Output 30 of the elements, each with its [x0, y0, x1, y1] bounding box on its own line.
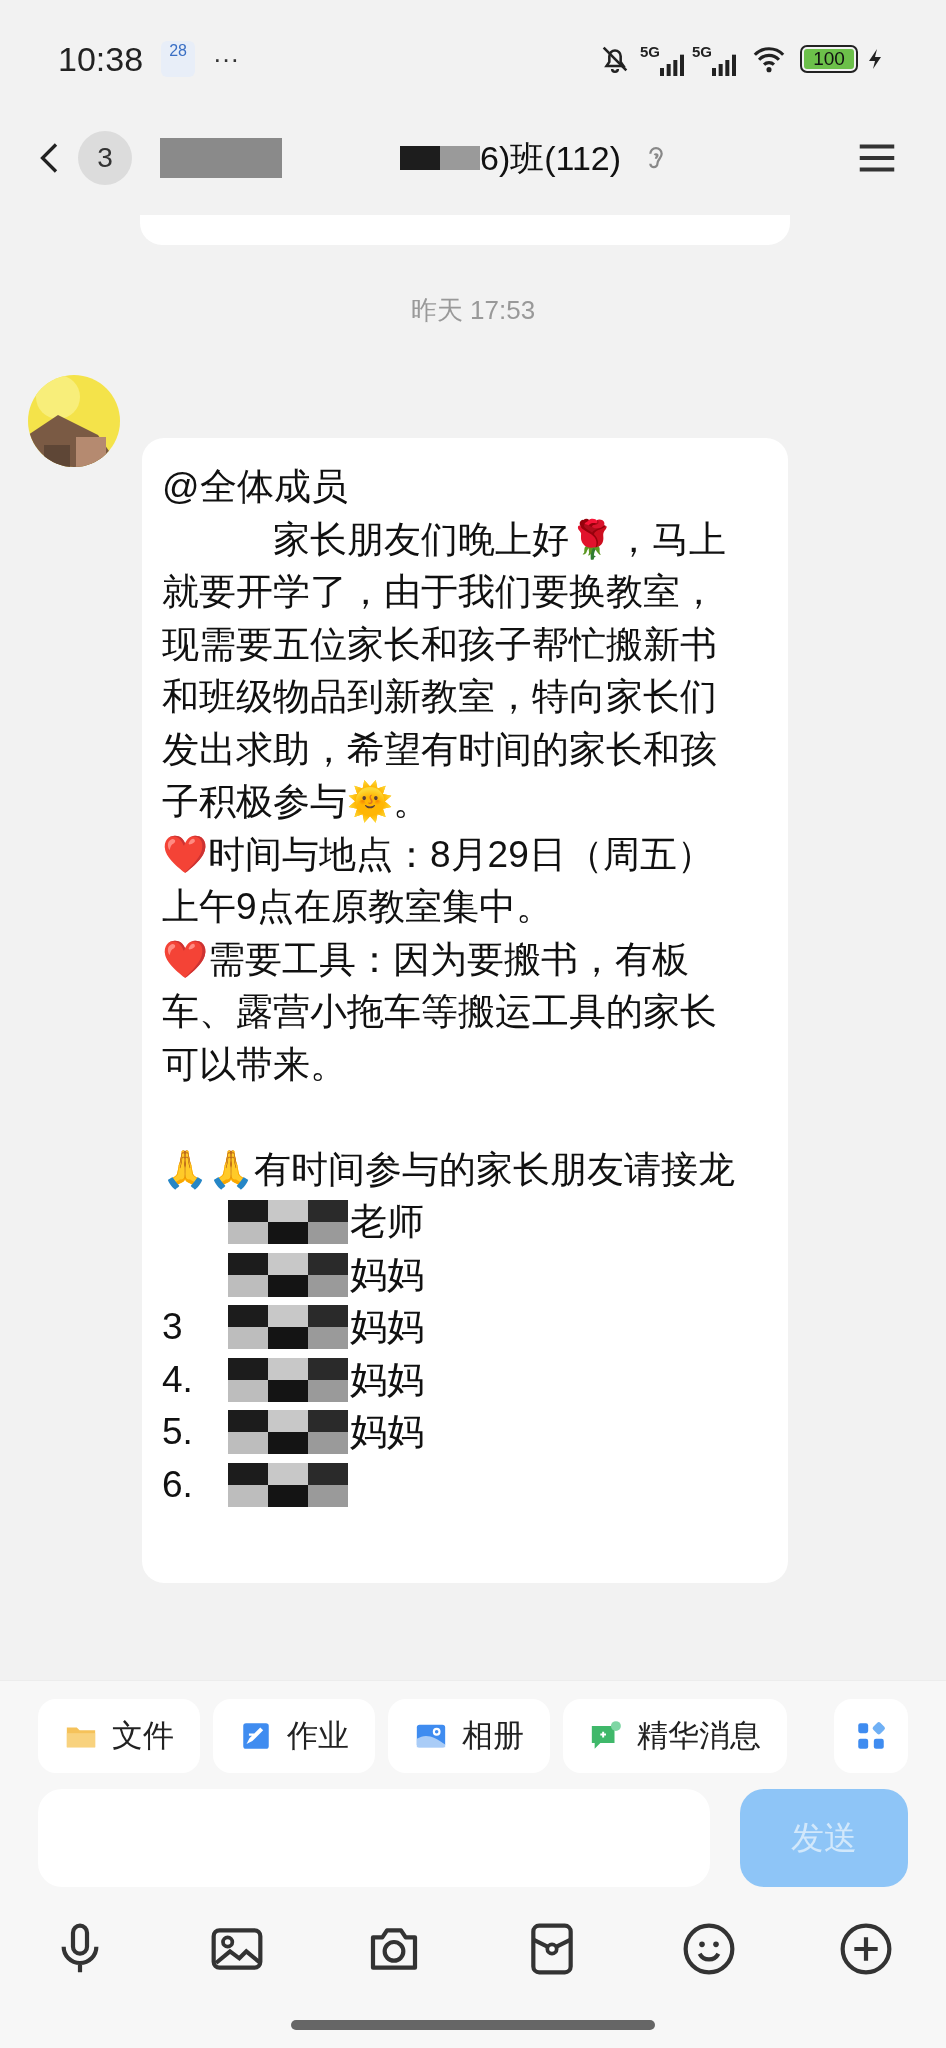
message-text: ❤时间与地点：8月29日（周五）上午9点在原教室集中。: [162, 832, 715, 929]
signup-name: 妈妈: [350, 1410, 424, 1454]
network-type: 5G: [692, 44, 712, 59]
shortcut-button[interactable]: 相册: [388, 1699, 550, 1773]
unread-count-badge[interactable]: 3: [78, 131, 132, 185]
message-text: @全体成员: [162, 465, 349, 509]
list-number: 6.: [162, 1462, 194, 1507]
list-number: 3: [162, 1305, 184, 1349]
clock-time: 10:38: [58, 38, 144, 80]
signup-name: 妈妈: [350, 1357, 424, 1402]
list-number: 5.: [162, 1410, 194, 1454]
signal-icon: [660, 52, 684, 76]
message-text: ❤需要工具：因为要搬书，有板车、露营小拖车等搬运工具的家长可以带来。: [162, 937, 718, 1087]
battery-percent: 100: [804, 49, 854, 69]
shortcut-button[interactable]: 文件: [38, 1699, 200, 1773]
apps-button[interactable]: [834, 1699, 908, 1773]
signup-name: 妈妈: [350, 1252, 424, 1297]
list-number: 4.: [162, 1357, 194, 1402]
signup-name: 妈妈: [350, 1305, 424, 1349]
calendar-icon: 28: [161, 41, 196, 77]
message-text: 家长朋友们晚上好🌹，马上就要开学了，由于我们要换教室，现需要五位家长和孩子帮忙搬新书和班级物品到新教室，特向家长们发出求助，希望有时间的家长和孩子积极参与🌞。: [162, 517, 727, 825]
message-time: 昨天 17:53: [410, 293, 536, 327]
message-text: 🙏🙏有时间参与的家长朋友请接龙: [162, 1147, 736, 1192]
more-notifications: ···: [213, 42, 240, 76]
network-type: 5G: [639, 44, 660, 59]
shortcut-button[interactable]: 作业: [213, 1699, 375, 1773]
chat-title: 6)班(112): [480, 137, 622, 179]
signup-name: 老师: [350, 1200, 424, 1244]
shortcut-button[interactable]: 精华消息: [563, 1699, 787, 1773]
signal-icon: [712, 52, 736, 76]
